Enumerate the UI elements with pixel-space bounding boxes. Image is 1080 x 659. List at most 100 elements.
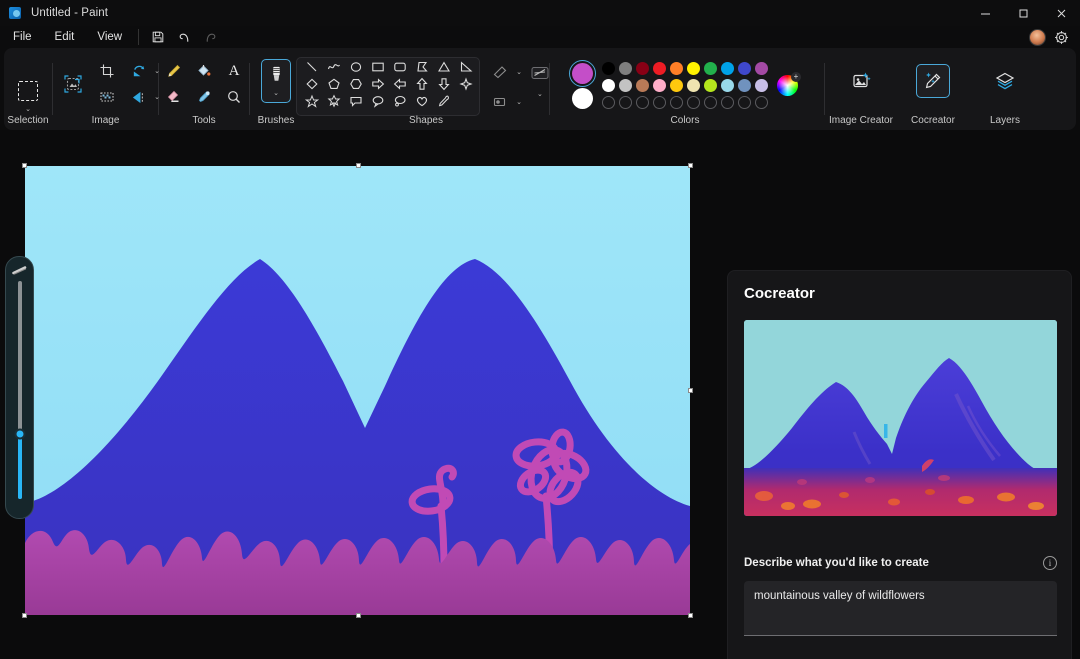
shape-outline-icon[interactable] [486,59,514,85]
text-icon[interactable]: A [220,58,248,84]
account-avatar[interactable] [1029,29,1046,46]
six-point-star-shape[interactable] [327,94,341,113]
menu-edit[interactable]: Edit [45,28,85,46]
color-swatch-r2-c8[interactable] [721,79,734,92]
canvas-handle-top-center[interactable] [356,163,361,168]
edit-colors-button[interactable]: + [791,72,801,82]
undo-icon[interactable] [171,27,197,47]
rotate-icon[interactable] [125,58,153,84]
brushes-icon[interactable]: ⌄ [261,59,291,103]
save-icon[interactable] [145,27,171,47]
cocreator-icon[interactable] [916,64,950,98]
heart-shape[interactable] [415,94,429,113]
color-swatch-r1-c6[interactable] [687,62,700,75]
minimize-button[interactable] [966,0,1004,26]
color-swatch-r3-c8[interactable] [721,96,734,109]
close-button[interactable] [1042,0,1080,26]
outline-chevron-down-icon[interactable]: ⌄ [516,69,522,76]
color-swatch-r1-c9[interactable] [738,62,751,75]
image-creator-button[interactable]: Image Creator [825,48,897,130]
image-creator-label: Image Creator [825,115,897,126]
prompt-input[interactable] [744,581,1057,636]
primary-color-swatch[interactable] [572,63,593,84]
color-swatch-r2-c5[interactable] [670,79,683,92]
pencil-icon[interactable] [160,58,188,84]
oval-callout-shape[interactable] [371,94,385,113]
maximize-button[interactable] [1004,0,1042,26]
color-swatch-r1-c2[interactable] [619,62,632,75]
canvas-handle-top-left[interactable] [22,163,27,168]
fill-chevron-down-icon[interactable]: ⌄ [516,99,522,106]
brushes-chevron-down-icon[interactable]: ⌄ [273,90,279,97]
color-swatch-r2-c9[interactable] [738,79,751,92]
prompt-info-icon[interactable]: i [1043,556,1057,570]
menu-view[interactable]: View [87,28,132,46]
redo-icon[interactable] [197,27,223,47]
selection-chevron-down-icon[interactable]: ⌄ [25,106,31,113]
canvas-handle-middle-right[interactable] [688,388,693,393]
brush-size-slider[interactable] [5,256,34,519]
layers-icon[interactable] [988,64,1022,98]
settings-gear-icon[interactable] [1050,26,1072,48]
fill-bucket-icon[interactable] [190,58,218,84]
cocreator-panel-title: Cocreator [744,285,1071,302]
crop-icon[interactable] [93,58,121,84]
drawing-canvas[interactable] [25,166,690,615]
canvas-handle-bottom-left[interactable] [22,613,27,618]
canvas-handle-bottom-center[interactable] [356,613,361,618]
color-swatch-r1-c3[interactable] [636,62,649,75]
color-swatch-r3-c9[interactable] [738,96,751,109]
image-creator-icon[interactable] [844,64,878,98]
magnifier-icon[interactable] [220,84,248,110]
color-swatch-r2-c6[interactable] [687,79,700,92]
color-swatch-r3-c4[interactable] [653,96,666,109]
workspace: Cocreator [0,130,1080,659]
color-swatch-r1-c1[interactable] [602,62,615,75]
shape-fill-icon[interactable] [486,89,514,115]
secondary-color-swatch[interactable] [572,88,593,109]
color-swatch-r3-c2[interactable] [619,96,632,109]
menu-file[interactable]: File [3,28,42,46]
color-swatch-r3-c7[interactable] [704,96,717,109]
color-swatch-r2-c7[interactable] [704,79,717,92]
lightning-shape[interactable] [437,94,451,113]
color-swatch-r3-c5[interactable] [670,96,683,109]
transparent-selection-icon[interactable] [93,84,121,110]
cocreator-button[interactable]: Cocreator [897,48,969,130]
color-swatch-r1-c8[interactable] [721,62,734,75]
color-swatch-r2-c4[interactable] [653,79,666,92]
color-swatch-r2-c2[interactable] [619,79,632,92]
ribbon-toolbar: ⌄ Selection [4,48,1076,130]
canvas-handle-bottom-right[interactable] [688,613,693,618]
group-colors-label: Colors [550,115,820,126]
color-swatch-r3-c6[interactable] [687,96,700,109]
five-point-star-shape[interactable] [305,94,319,113]
layers-label: Layers [969,115,1041,126]
color-swatch-r1-c5[interactable] [670,62,683,75]
flip-icon[interactable] [125,84,153,110]
color-swatch-r2-c3[interactable] [636,79,649,92]
color-swatch-r2-c1[interactable] [602,79,615,92]
brush-size-thumb[interactable] [14,428,25,439]
rounded-callout-shape[interactable] [349,94,363,113]
color-swatch-r1-c10[interactable] [755,62,768,75]
cloud-callout-shape[interactable] [393,94,407,113]
brush-size-track[interactable] [18,281,22,499]
group-brushes: ⌄ Brushes [250,48,302,130]
color-swatch-r2-c10[interactable] [755,79,768,92]
canvas-handle-top-right[interactable] [688,163,693,168]
eyedropper-icon[interactable] [190,84,218,110]
color-swatch-r3-c1[interactable] [602,96,615,109]
group-selection: ⌄ Selection [4,48,52,130]
color-swatch-r1-c7[interactable] [704,62,717,75]
group-colors: + Colors [550,48,820,130]
rectangular-selection-icon[interactable] [14,78,42,104]
eraser-icon[interactable] [160,84,188,110]
four-point-star-shape[interactable] [459,77,473,96]
layers-button[interactable]: Layers [969,48,1041,130]
color-swatch-r1-c4[interactable] [653,62,666,75]
cocreator-preview-image[interactable] [744,320,1057,516]
resize-icon[interactable] [58,69,88,99]
color-swatch-r3-c3[interactable] [636,96,649,109]
color-swatch-r3-c10[interactable] [755,96,768,109]
